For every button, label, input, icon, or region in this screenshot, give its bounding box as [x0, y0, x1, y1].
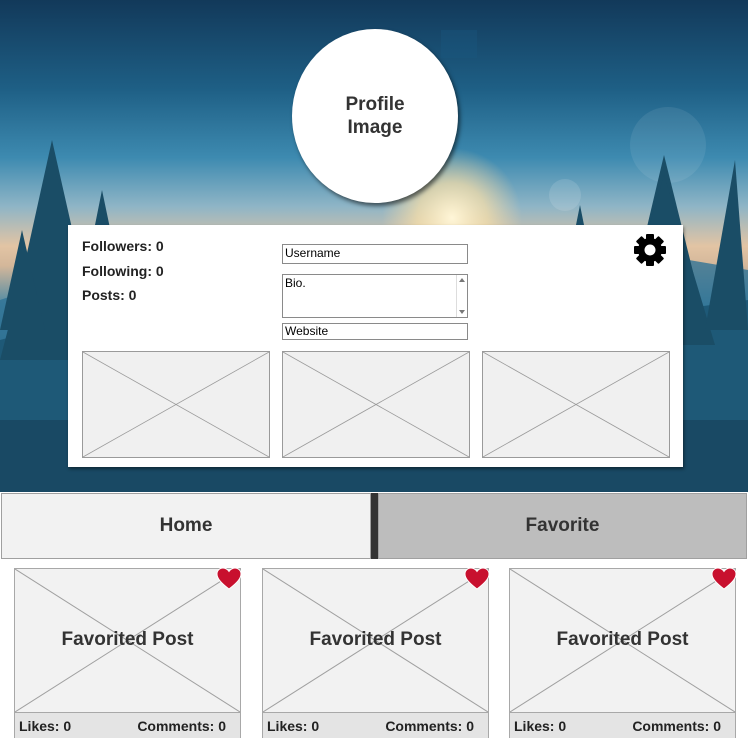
likes-count: Likes: 0 [514, 718, 567, 734]
tab-favorite[interactable]: Favorite [378, 493, 747, 559]
followers-count[interactable]: Followers: 0 [82, 238, 164, 254]
post-thumbnail[interactable] [482, 351, 670, 458]
favorited-post-card[interactable]: Favorited Post Likes: 0 Comments: 0 [262, 567, 490, 738]
following-count[interactable]: Following: 0 [82, 263, 164, 279]
likes-count: Likes: 0 [267, 718, 320, 734]
comments-count[interactable]: Comments: 0 [632, 718, 721, 734]
heart-icon[interactable] [711, 567, 737, 591]
post-title: Favorited Post [309, 629, 442, 650]
post-stats: Likes: 0 Comments: 0 [263, 712, 488, 738]
gear-icon[interactable] [633, 233, 667, 267]
image-placeholder-icon [283, 352, 469, 457]
heart-icon[interactable] [464, 567, 490, 591]
likes-count: Likes: 0 [19, 718, 72, 734]
posts-count: Posts: 0 [82, 287, 137, 303]
post-thumbnail[interactable] [82, 351, 270, 458]
image-placeholder-icon [83, 352, 269, 457]
comments-count[interactable]: Comments: 0 [137, 718, 226, 734]
tab-bar: Home Favorite [0, 493, 748, 561]
post-stats: Likes: 0 Comments: 0 [15, 712, 240, 738]
tab-divider [371, 493, 378, 559]
post-stats: Likes: 0 Comments: 0 [510, 712, 735, 738]
scroll-down-arrow-icon[interactable] [459, 310, 465, 314]
profile-image[interactable]: Profile Image [292, 29, 458, 203]
favorited-post-card[interactable]: Favorited Post Likes: 0 Comments: 0 [14, 567, 242, 738]
scroll-up-arrow-icon[interactable] [459, 278, 465, 282]
bio-text: Bio. [285, 276, 306, 290]
website-field[interactable]: Website [282, 323, 468, 340]
profile-card: Followers: 0 Following: 0 Posts: 0 Usern… [68, 225, 683, 467]
tab-home[interactable]: Home [1, 493, 371, 559]
username-field[interactable]: Username [282, 244, 468, 264]
heart-icon[interactable] [216, 567, 242, 591]
post-title: Favorited Post [556, 629, 689, 650]
image-placeholder-icon [483, 352, 669, 457]
comments-count[interactable]: Comments: 0 [385, 718, 474, 734]
bio-field[interactable]: Bio. [282, 274, 468, 318]
post-title: Favorited Post [61, 629, 194, 650]
profile-image-label: Profile Image [345, 94, 405, 138]
favorited-post-card[interactable]: Favorited Post Likes: 0 Comments: 0 [509, 567, 737, 738]
post-thumbnail[interactable] [282, 351, 470, 458]
bio-scrollbar[interactable] [456, 275, 467, 317]
